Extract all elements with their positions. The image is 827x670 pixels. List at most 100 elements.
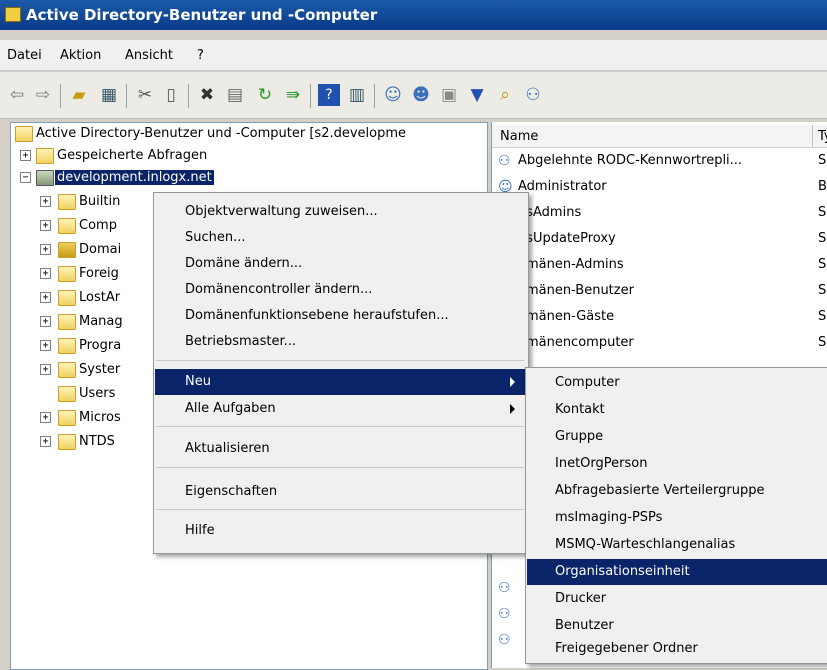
menu-item-new[interactable]: Neu [155,369,525,395]
copy-icon[interactable]: ▯ [160,84,182,106]
submenu-item-organizational-unit[interactable]: Organisationseinheit [527,559,827,585]
expand-icon[interactable]: + [40,412,51,423]
menu-item-label: Drucker [555,591,607,606]
delete-icon[interactable]: ✖ [196,84,218,106]
expand-icon[interactable]: + [40,244,51,255]
menu-item-raise-functional-level[interactable]: Domänenfunktionsebene heraufstufen... [155,303,525,329]
group-icon: ⚇ [498,632,511,648]
group-icon: ⚇ [498,153,511,169]
menu-item-label: Objektverwaltung zuweisen... [185,204,378,219]
toolbar-separator [374,84,375,108]
list-item[interactable]: omänencomputer Sic [492,333,827,355]
tree-item-label: Manag [79,314,123,329]
up-folder-icon[interactable]: ▰ [68,84,90,106]
expand-icon[interactable]: + [40,436,51,447]
submenu-item-msmq-queue-alias[interactable]: MSMQ-Warteschlangenalias [527,532,827,558]
expand-icon[interactable]: + [40,268,51,279]
menu-separator [156,426,524,427]
help-icon[interactable]: ? [318,84,340,106]
expand-icon[interactable]: + [40,364,51,375]
list-item[interactable]: omänen-Admins Sic [492,255,827,277]
menu-item-label: Hilfe [185,523,215,538]
tree-item-label: Syster [79,362,121,377]
expand-icon[interactable]: + [40,220,51,231]
tree-item-saved-queries[interactable]: + Gespeicherte Abfragen [11,147,481,165]
menu-item-change-dc[interactable]: Domänencontroller ändern... [155,277,525,303]
menu-ansicht[interactable]: Ansicht [125,48,173,63]
column-header-name[interactable]: Name [500,129,538,144]
new-group-icon[interactable]: ☻ [410,84,432,106]
show-hide-action-pane-icon[interactable]: ▥ [346,84,368,106]
expand-icon[interactable]: + [40,292,51,303]
folder-icon [58,362,76,378]
column-header-type[interactable]: Ty [818,129,827,144]
menu-item-all-tasks[interactable]: Alle Aufgaben [155,396,525,422]
expand-icon[interactable]: + [40,196,51,207]
filter-icon[interactable]: ▼ [466,84,488,106]
submenu-item-group[interactable]: Gruppe [527,424,827,450]
menu-item-label: Aktualisieren [185,441,270,456]
menu-item-find[interactable]: Suchen... [155,225,525,251]
tree-item-label: Foreig [79,266,119,281]
menu-datei[interactable]: Datei [7,48,42,63]
show-hide-tree-icon[interactable]: ▦ [98,84,120,106]
app-icon [5,7,21,22]
tree-root[interactable]: Active Directory-Benutzer und -Computer … [11,125,481,143]
expand-icon[interactable]: + [40,340,51,351]
add-to-group-icon[interactable]: ⚇ [522,84,544,106]
tree-item-label: Gespeicherte Abfragen [57,148,208,163]
submenu-item-inetorgperson[interactable]: InetOrgPerson [527,451,827,477]
menu-item-delegate-control[interactable]: Objektverwaltung zuweisen... [155,199,525,225]
menu-aktion[interactable]: Aktion [60,48,101,63]
tree-item-label: NTDS [79,434,115,449]
menu-item-operations-masters[interactable]: Betriebsmaster... [155,329,525,355]
tree-item-label: Users [79,386,116,401]
column-divider[interactable] [812,125,813,147]
find-icon[interactable]: ⌕ [494,84,516,106]
refresh-icon[interactable]: ↻ [254,84,276,106]
expand-icon[interactable]: + [40,316,51,327]
collapse-icon[interactable]: − [20,172,31,183]
folder-icon [58,194,76,210]
menu-item-label: Domäne ändern... [185,256,303,271]
list-item[interactable]: ⚇ Abgelehnte RODC-Kennwortrepli... Sic [492,151,827,173]
folder-icon [58,290,76,306]
list-item[interactable]: nsUpdateProxy Sic [492,229,827,251]
forward-arrow-icon[interactable]: ⇨ [32,84,54,106]
expand-icon[interactable]: + [20,150,31,161]
list-item[interactable]: omänen-Gäste Sic [492,307,827,329]
tree-item-label: Domai [79,242,122,257]
submenu-item-computer[interactable]: Computer [527,370,827,396]
list-item-name: omänen-Benutzer [518,283,634,298]
submenu-item-printer[interactable]: Drucker [527,586,827,612]
menu-item-refresh[interactable]: Aktualisieren [155,436,525,462]
list-item-type: Sic [818,309,827,324]
menu-item-help[interactable]: Hilfe [155,518,525,544]
menu-item-label: msImaging-PSPs [555,510,663,525]
back-arrow-icon[interactable]: ⇦ [6,84,28,106]
menu-item-properties[interactable]: Eigenschaften [155,479,525,505]
folder-icon [58,266,76,282]
tree-item-label: development.inlogx.net [55,170,214,185]
menu-item-change-domain[interactable]: Domäne ändern... [155,251,525,277]
submenu-item-contact[interactable]: Kontakt [527,397,827,423]
list-item[interactable]: omänen-Benutzer Sic [492,281,827,303]
menu-help[interactable]: ? [197,48,204,63]
properties-icon[interactable]: ▤ [224,84,246,106]
list-item[interactable]: ☺ Administrator Be [492,177,827,199]
new-user-icon[interactable]: ☺ [382,84,404,106]
new-ou-icon[interactable]: ▣ [438,84,460,106]
ou-icon [58,242,76,258]
menu-item-label: Freigegebener Ordner [555,641,698,656]
submenu-item-msimaging-psps[interactable]: msImaging-PSPs [527,505,827,531]
export-list-icon[interactable]: ⇛ [282,84,304,106]
submenu-item-shared-folder[interactable]: Freigegebener Ordner [527,636,827,662]
menu-item-label: Eigenschaften [185,484,278,499]
menu-item-label: MSMQ-Warteschlangenalias [555,537,736,552]
tree-item-domain[interactable]: − development.inlogx.net [11,169,481,187]
cut-icon[interactable]: ✂ [134,84,156,106]
submenu-item-query-based-distribution-group[interactable]: Abfragebasierte Verteilergruppe [527,478,827,504]
list-item-name: omänen-Gäste [518,309,615,324]
submenu-arrow-icon [510,404,515,414]
list-item[interactable]: nsAdmins Sic [492,203,827,225]
